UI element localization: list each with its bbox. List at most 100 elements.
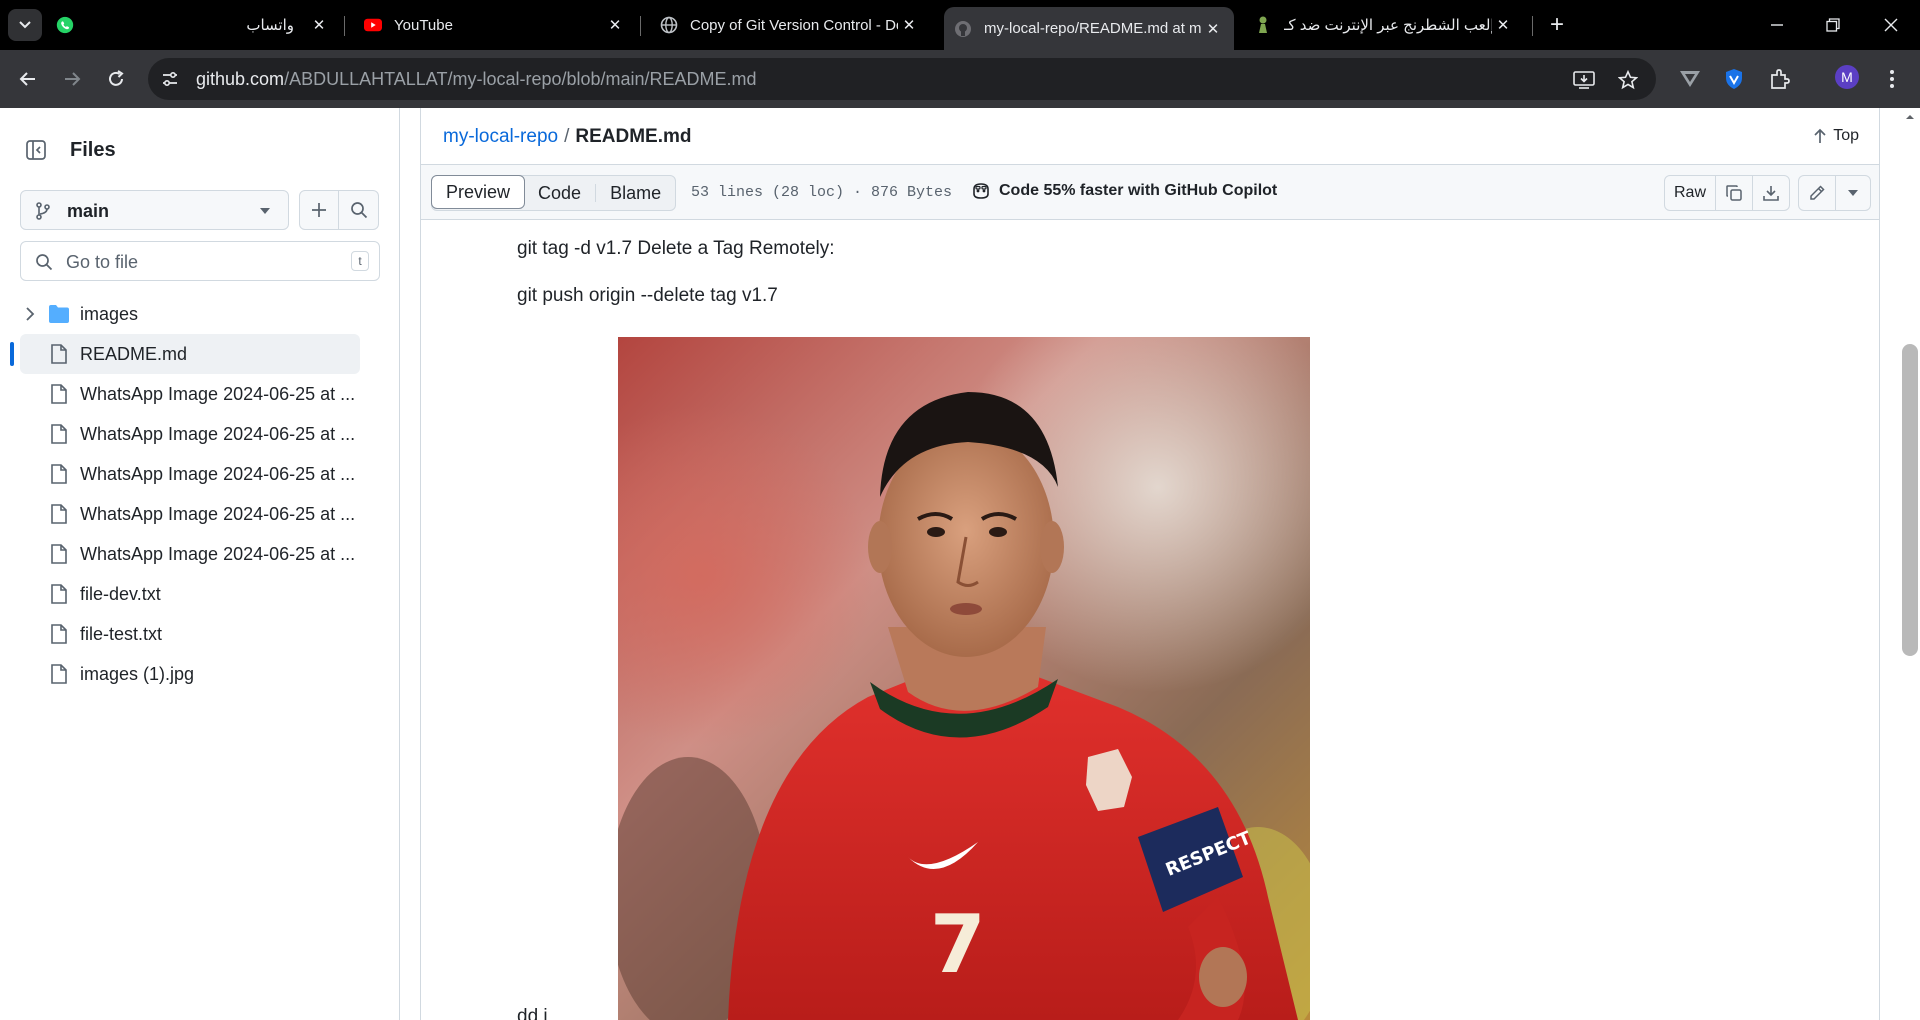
extension-shield-button[interactable] <box>1720 65 1748 93</box>
bookmark-button[interactable] <box>1616 68 1640 92</box>
tree-item-file[interactable]: WhatsApp Image 2024-06-25 at ... <box>20 494 360 534</box>
keyboard-shortcut-hint: t <box>351 251 369 271</box>
tree-item-file[interactable]: WhatsApp Image 2024-06-25 at ... <box>20 534 360 574</box>
install-app-button[interactable] <box>1572 68 1596 92</box>
tab-preview[interactable]: Preview <box>431 175 526 209</box>
page-scrollbar-thumb[interactable] <box>1902 344 1918 656</box>
file-icon <box>51 664 67 684</box>
kebab-menu-icon <box>1890 70 1894 88</box>
profile-avatar[interactable]: M <box>1835 65 1859 89</box>
puzzle-icon <box>1771 69 1790 89</box>
reload-button[interactable] <box>100 63 132 95</box>
star-icon <box>1618 70 1638 90</box>
go-to-file-input[interactable]: Go to file t <box>20 241 380 281</box>
address-bar[interactable]: github.com/ABDULLAHTALLAT/my-local-repo/… <box>148 58 1656 100</box>
scroll-to-top-button[interactable]: Top <box>1813 127 1859 145</box>
whatsapp-icon <box>56 16 74 34</box>
close-icon[interactable]: ✕ <box>308 14 330 36</box>
tree-item-file-selected[interactable]: README.md <box>10 334 360 374</box>
download-icon <box>1763 186 1779 201</box>
collapse-sidebar-button[interactable] <box>20 134 52 166</box>
arrow-up-icon <box>1814 128 1826 143</box>
breadcrumb-separator: / <box>564 126 570 147</box>
top-label: Top <box>1833 127 1859 144</box>
sidebar-title: Files <box>70 139 116 161</box>
search-code-button[interactable] <box>339 190 379 230</box>
github-page: Files main Go to file t images README.md… <box>0 108 1920 1020</box>
file-icon <box>51 344 67 364</box>
restore-button[interactable] <box>1818 10 1848 40</box>
sidebar-collapse-icon <box>26 140 46 160</box>
tree-item-file[interactable]: file-test.txt <box>20 614 360 654</box>
close-window-button[interactable] <box>1876 10 1906 40</box>
tab-title: YouTube <box>394 16 453 34</box>
raw-button[interactable]: Raw <box>1665 176 1716 210</box>
tree-item-label: WhatsApp Image 2024-06-25 at ... <box>80 424 356 444</box>
close-icon[interactable]: ✕ <box>1492 14 1514 36</box>
tree-item-file[interactable]: WhatsApp Image 2024-06-25 at ... <box>20 374 360 414</box>
minimize-button[interactable] <box>1762 10 1792 40</box>
tab-github-readme[interactable]: my-local-repo/README.md at m ✕ <box>944 7 1234 50</box>
edit-file-button[interactable] <box>1799 176 1836 210</box>
site-settings-icon[interactable] <box>160 69 180 89</box>
file-icon <box>51 544 67 564</box>
tree-item-folder[interactable]: images <box>20 294 360 334</box>
tab-code[interactable]: Code <box>524 176 595 210</box>
tree-item-file[interactable]: WhatsApp Image 2024-06-25 at ... <box>20 414 360 454</box>
file-icon <box>51 424 67 444</box>
more-edit-options-button[interactable] <box>1836 176 1870 210</box>
git-branch-icon <box>36 202 50 220</box>
close-icon[interactable]: ✕ <box>898 14 920 36</box>
tab-whatsapp[interactable]: واتساب ✕ <box>100 7 340 43</box>
extensions-button[interactable] <box>1766 65 1794 93</box>
new-tab-button[interactable]: + <box>1544 13 1570 39</box>
browser-menu-button[interactable] <box>1878 65 1906 93</box>
github-icon <box>954 20 972 38</box>
close-icon[interactable]: ✕ <box>1202 18 1224 40</box>
forward-button[interactable] <box>56 63 88 95</box>
tree-item-label: images (1).jpg <box>80 664 195 684</box>
url-host: github.com <box>196 69 285 89</box>
shirt-number: 7 <box>930 898 986 991</box>
tab-search-button[interactable] <box>8 9 42 41</box>
copy-raw-button[interactable] <box>1716 176 1753 210</box>
back-button[interactable] <box>12 63 44 95</box>
chess-pawn-icon <box>1254 16 1272 34</box>
copilot-promo-link[interactable]: Code 55% faster with GitHub Copilot <box>971 182 1277 200</box>
tree-item-label: WhatsApp Image 2024-06-25 at ... <box>80 544 356 564</box>
url-text[interactable]: github.com/ABDULLAHTALLAT/my-local-repo/… <box>196 69 757 90</box>
chevron-right-icon[interactable] <box>24 306 36 322</box>
chevron-down-icon <box>19 21 31 29</box>
add-file-button[interactable] <box>299 190 339 230</box>
scroll-up-arrow-icon[interactable] <box>1900 110 1920 124</box>
tab-git-version-control[interactable]: Copy of Git Version Control - Do ✕ <box>652 7 928 43</box>
file-icon <box>51 384 67 404</box>
tree-item-label: WhatsApp Image 2024-06-25 at ... <box>80 384 356 404</box>
raw-actions-group: Raw <box>1663 175 1790 211</box>
browser-toolbar: github.com/ABDULLAHTALLAT/my-local-repo/… <box>0 50 1920 108</box>
close-icon[interactable]: ✕ <box>604 14 626 36</box>
tab-blame[interactable]: Blame <box>596 176 675 210</box>
file-actions: Raw <box>1663 175 1871 211</box>
tree-item-file[interactable]: file-dev.txt <box>20 574 360 614</box>
tab-youtube[interactable]: YouTube ✕ <box>356 7 634 43</box>
go-to-file-placeholder: Go to file <box>66 252 139 272</box>
tab-separator <box>640 16 641 36</box>
tree-item-label: README.md <box>80 344 188 364</box>
tree-item-file[interactable]: WhatsApp Image 2024-06-25 at ... <box>20 454 360 494</box>
branch-selector[interactable]: main <box>20 190 289 230</box>
tree-item-label: file-test.txt <box>80 624 163 644</box>
tree-item-file[interactable]: images (1).jpg <box>20 654 360 694</box>
download-raw-button[interactable] <box>1753 176 1789 210</box>
tab-strip: واتساب ✕ YouTube ✕ Copy of Git Version C… <box>0 0 1920 50</box>
readme-embedded-image[interactable]: 7 RESPECT <box>618 337 1310 1020</box>
tab-chess[interactable]: إلعب الشطرنج عبر الإنترنت ضد كـ ✕ <box>1246 7 1522 43</box>
selection-indicator <box>10 342 14 366</box>
forward-arrow-icon <box>65 72 81 86</box>
readme-line: git push origin --delete tag v1.7 <box>517 285 778 306</box>
url-path: /ABDULLAHTALLAT/my-local-repo/blob/main/… <box>284 69 757 89</box>
extension-vpn-button[interactable] <box>1676 65 1704 93</box>
tab-pinned-whatsapp[interactable] <box>56 7 86 43</box>
file-tree-sidebar: Files main Go to file t images README.md… <box>0 108 400 1020</box>
breadcrumb-repo-link[interactable]: my-local-repo <box>443 126 558 147</box>
